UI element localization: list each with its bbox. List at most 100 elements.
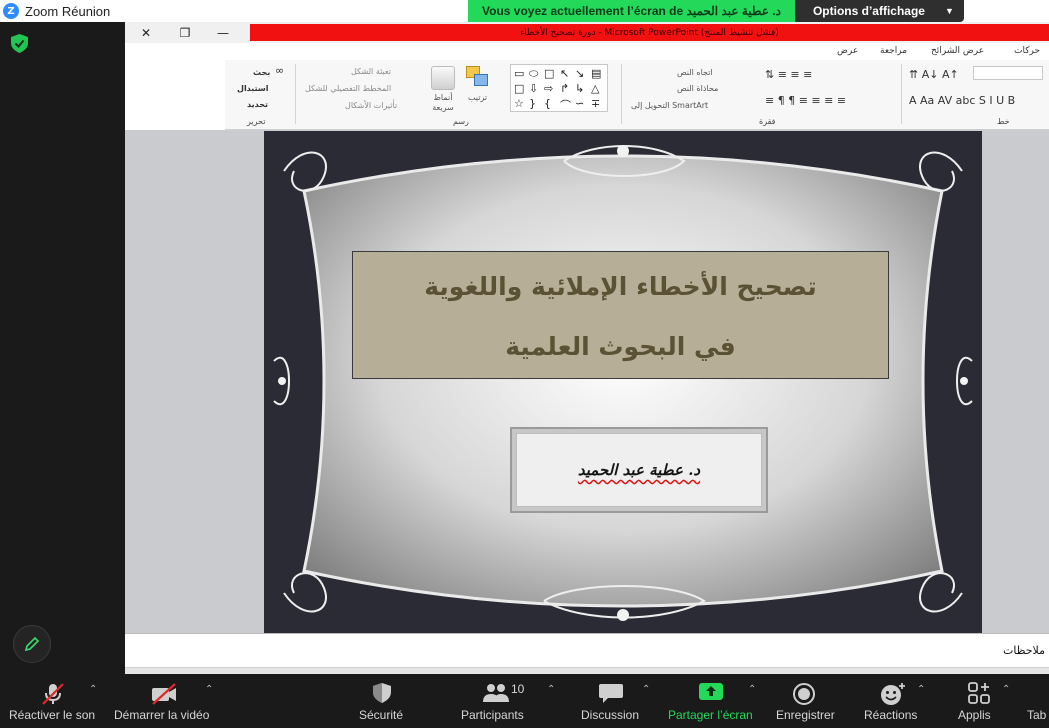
font-size-icons[interactable]: ⇈ A↓ A↑	[909, 68, 959, 81]
oval-shape-icon[interactable]: ⬭	[529, 67, 538, 81]
replace-button[interactable]: استبدال	[237, 84, 268, 93]
line-spacing-icon[interactable]: ⇅ ≡ ≡ ≡	[765, 68, 812, 81]
chat-label: Discussion	[581, 708, 640, 722]
reactions-button[interactable]: ⌃ Réactions	[860, 674, 936, 728]
chevron-up-icon[interactable]: ⌃	[89, 684, 97, 695]
record-button[interactable]: Enregistrer	[772, 674, 842, 728]
participants-count: 10	[511, 682, 525, 696]
share-screen-button[interactable]: ⌃ Partager l’écran	[664, 674, 764, 728]
chevron-up-icon[interactable]: ⌃	[205, 684, 213, 695]
shapes-gallery[interactable]: ▭ ⬭ □ ↖ ↘ ▤ □ ⇩ ⇨ ↱ ↳ △ ☆ } { ⌒ ∽ ∓	[510, 64, 608, 112]
ppt-title-text: دورة تصحيح الأخطاء - Microsoft PowerPoin…	[520, 27, 779, 38]
arrange-icon[interactable]	[466, 66, 490, 88]
chevron-up-icon[interactable]: ⌃	[748, 684, 756, 695]
quick-styles-icon[interactable]	[431, 66, 455, 90]
convert-smartart-button[interactable]: التحويل إلى SmartArt	[631, 101, 708, 110]
down-arrow-shape-icon[interactable]: ⇩	[529, 82, 538, 95]
ribbon-separator	[295, 64, 296, 124]
security-button[interactable]: Sécurité	[350, 674, 414, 728]
screen-share-banner: Vous voyez actuellement l’écran de د. عط…	[468, 0, 964, 22]
rounded-shape-icon[interactable]: □	[514, 82, 524, 95]
security-label: Sécurité	[359, 708, 404, 722]
minimize-icon[interactable]: —	[206, 22, 240, 43]
right-arrow-shape-icon[interactable]: ⇨	[544, 82, 553, 95]
ppt-title-bar: ✕ ❐ — دورة تصحيح الأخطاء - Microsoft Pow…	[125, 22, 1049, 43]
reactions-label: Réactions	[864, 708, 918, 722]
slide-author-box[interactable]: د. عطية عبد الحميد	[510, 427, 768, 513]
notes-label: ملاحظات	[1003, 644, 1045, 657]
chevron-up-icon[interactable]: ⌃	[1002, 684, 1010, 695]
arrange-label: ترتيب	[468, 93, 488, 102]
elbow-shape-icon[interactable]: ↱	[560, 82, 569, 95]
slide-canvas[interactable]: تصحيح الأخطاء الإملائية واللغوية في البح…	[264, 131, 982, 633]
freeform-shape-icon[interactable]: ∓	[591, 97, 600, 110]
text-direction-button[interactable]: اتجاه النص	[677, 68, 713, 77]
record-label: Enregistrer	[776, 708, 835, 722]
ribbon-empty-area	[125, 60, 225, 130]
align-text-button[interactable]: محاذاة النص	[677, 84, 718, 93]
slide-title-box[interactable]: تصحيح الأخطاء الإملائية واللغوية في البح…	[352, 251, 889, 379]
line-shape-icon[interactable]: ↖	[560, 67, 569, 80]
participants-button[interactable]: 10 ⌃ Participants	[456, 674, 560, 728]
brace-left-shape-icon[interactable]: {	[544, 97, 551, 110]
restore-icon[interactable]: ❐	[168, 22, 202, 43]
more-button[interactable]: Tab	[1024, 674, 1049, 728]
shared-powerpoint: ✕ ❐ — دورة تصحيح الأخطاء - Microsoft Pow…	[125, 22, 1049, 674]
textbox-shape-icon[interactable]: ▤	[591, 67, 601, 80]
view-options-button[interactable]: Options d’affichage ▼	[794, 0, 964, 22]
view-options-label: Options d’affichage	[812, 4, 925, 18]
annotate-button[interactable]	[13, 625, 51, 663]
apps-button[interactable]: ⌃ Applis	[950, 674, 1014, 728]
tab-review[interactable]: مراجعة	[880, 46, 907, 56]
font-format-icons[interactable]: A Aa AV abc S I U B	[909, 94, 1015, 107]
paragraph-align-icons[interactable]: ≡ ¶ ¶ ≡ ≡ ≡ ≡	[765, 94, 846, 107]
shape-effects-button[interactable]: تأثيرات الأشكال	[345, 101, 397, 110]
unmute-label: Réactiver le son	[9, 708, 96, 722]
slide-title-line-2: في البحوث العلمية	[505, 332, 736, 361]
notes-pane[interactable]: ملاحظات	[125, 633, 1049, 667]
chat-button[interactable]: ⌃ Discussion	[576, 674, 656, 728]
tab-animations[interactable]: حركات	[1014, 46, 1040, 56]
slide-author: د. عطية عبد الحميد	[577, 461, 701, 479]
square-shape-icon[interactable]: □	[544, 67, 554, 80]
zoom-window: Z Zoom Réunion Vous voyez actuellement l…	[0, 0, 1049, 728]
horizontal-scrollbar[interactable]	[125, 667, 1049, 674]
chevron-up-icon[interactable]: ⌃	[547, 684, 555, 695]
chevron-down-icon: ▼	[944, 6, 954, 16]
share-screen-icon	[699, 683, 723, 700]
find-button[interactable]: بحث	[253, 68, 270, 77]
star-shape-icon[interactable]: ☆	[514, 97, 524, 110]
shape-outline-button[interactable]: المخطط التفصيلي للشكل	[305, 84, 391, 93]
close-icon[interactable]: ✕	[129, 22, 163, 43]
paragraph-group-title: فقرة	[759, 117, 776, 126]
app-title: Zoom Réunion	[25, 3, 111, 19]
ornate-frame-decoration	[264, 131, 982, 633]
brace-shape-icon[interactable]: }	[529, 97, 536, 110]
apps-grid-icon	[968, 682, 990, 704]
tab-slide-show[interactable]: عرض الشرائح	[931, 46, 984, 56]
ribbon-separator	[621, 64, 622, 124]
select-button[interactable]: تحديد	[247, 100, 268, 109]
apps-label: Applis	[958, 708, 991, 722]
triangle-shape-icon[interactable]: △	[591, 82, 599, 95]
curve-shape-icon[interactable]: ∽	[575, 97, 584, 110]
slide-title-line-1: تصحيح الأخطاء الإملائية واللغوية	[424, 272, 817, 301]
shield-check-icon[interactable]	[11, 34, 28, 53]
chevron-up-icon[interactable]: ⌃	[642, 684, 650, 695]
chevron-up-icon[interactable]: ⌃	[917, 684, 925, 695]
start-video-label: Démarrer la vidéo	[114, 708, 210, 722]
arrow-line-shape-icon[interactable]: ↘	[575, 67, 584, 80]
editing-group-title: تحرير	[247, 117, 266, 126]
rectangle-shape-icon[interactable]: ▭	[514, 67, 524, 80]
share-banner-text: Vous voyez actuellement l’écran de د. عط…	[468, 0, 795, 22]
shield-icon	[373, 683, 391, 703]
unmute-button[interactable]: ⌃ Réactiver le son	[0, 674, 110, 728]
start-video-button[interactable]: ⌃ Démarrer la vidéo	[110, 674, 222, 728]
shape-fill-button[interactable]: تعبئة الشكل	[351, 67, 391, 76]
arc-shape-icon[interactable]: ⌒	[560, 97, 571, 113]
font-size-select[interactable]	[973, 66, 1043, 80]
connector-shape-icon[interactable]: ↳	[575, 82, 584, 95]
font-group-title: خط	[997, 117, 1010, 126]
smiley-plus-icon	[881, 683, 905, 705]
tab-view[interactable]: عرض	[837, 46, 858, 56]
